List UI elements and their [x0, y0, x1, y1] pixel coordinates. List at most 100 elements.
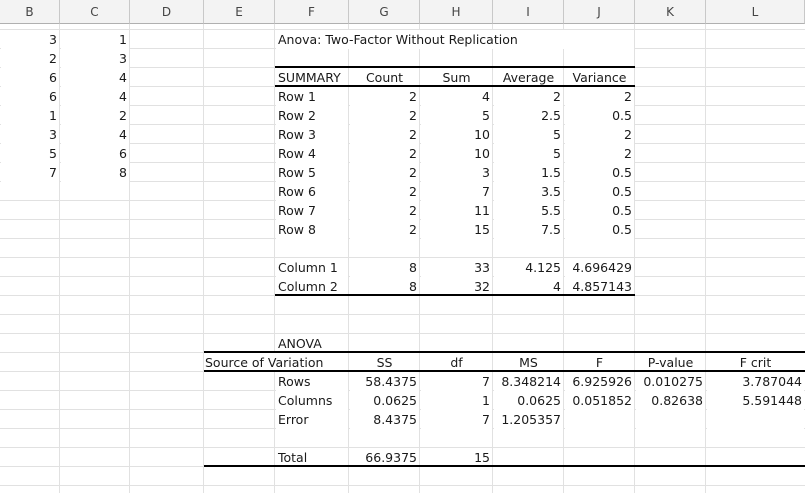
summary-cell[interactable]: 2: [350, 163, 419, 182]
anova-cell[interactable]: 0.051852: [565, 391, 634, 410]
anova-cell[interactable]: Error: [276, 410, 348, 429]
gridline-vertical: [203, 24, 204, 493]
summary-cell[interactable]: 7.5: [494, 220, 563, 239]
summary-cell[interactable]: 2: [350, 125, 419, 144]
anova-cell[interactable]: [636, 410, 705, 429]
summary-cell[interactable]: 2: [494, 87, 563, 106]
anova-cell[interactable]: 0.010275: [636, 372, 705, 391]
anova-cell[interactable]: 0.0625: [350, 391, 419, 410]
anova-cell[interactable]: 3.787044: [707, 372, 804, 391]
summary-bottom-rule: [275, 294, 635, 296]
column-header-k[interactable]: K: [635, 0, 706, 24]
anova-cell[interactable]: 1.205357: [494, 410, 563, 429]
summary-cell[interactable]: 3.5: [494, 182, 563, 201]
summary-cell[interactable]: 10: [421, 144, 492, 163]
anova-cell[interactable]: 0.82638: [636, 391, 705, 410]
summary-cell[interactable]: Row 6: [276, 182, 348, 201]
column-header-b[interactable]: B: [0, 0, 60, 24]
cell-b[interactable]: 2: [1, 49, 59, 68]
column-header-c[interactable]: C: [60, 0, 130, 24]
summary-cell[interactable]: 4.696429: [565, 258, 634, 277]
summary-cell[interactable]: 7: [421, 182, 492, 201]
cell-b[interactable]: 1: [1, 106, 59, 125]
summary-cell[interactable]: Row 3: [276, 125, 348, 144]
summary-cell[interactable]: 0.5: [565, 163, 634, 182]
cell-b[interactable]: 6: [1, 68, 59, 87]
summary-cell[interactable]: 2: [565, 125, 634, 144]
anova-cell[interactable]: 1: [421, 391, 492, 410]
summary-cell[interactable]: 4.125: [494, 258, 563, 277]
anova-cell[interactable]: Rows: [276, 372, 348, 391]
anova-header-rule: [204, 370, 805, 372]
summary-cell[interactable]: 0.5: [565, 182, 634, 201]
cell-c[interactable]: 6: [61, 144, 129, 163]
anova-cell[interactable]: 8.4375: [350, 410, 419, 429]
summary-cell[interactable]: 3: [421, 163, 492, 182]
cell-c[interactable]: 4: [61, 87, 129, 106]
cell-grid[interactable]: 3 2 6 6 1 3 5 7 1 3 4 4 2 4 6 8 Anova: Two-Factor Withou…: [0, 24, 805, 493]
summary-cell[interactable]: 1.5: [494, 163, 563, 182]
summary-cell[interactable]: Row 5: [276, 163, 348, 182]
summary-cell[interactable]: Column 1: [276, 258, 348, 277]
cell-b[interactable]: 3: [1, 30, 59, 49]
cell-b[interactable]: 7: [1, 163, 59, 182]
anova-cell[interactable]: 7: [421, 372, 492, 391]
anova-cell[interactable]: Columns: [276, 391, 348, 410]
column-header-g[interactable]: G: [349, 0, 420, 24]
summary-cell[interactable]: 5.5: [494, 201, 563, 220]
summary-cell[interactable]: 33: [421, 258, 492, 277]
summary-cell[interactable]: Row 1: [276, 87, 348, 106]
cell-c[interactable]: 2: [61, 106, 129, 125]
summary-cell[interactable]: 2: [350, 220, 419, 239]
cell-c[interactable]: 4: [61, 125, 129, 144]
cell-b[interactable]: 3: [1, 125, 59, 144]
column-header-j[interactable]: J: [564, 0, 635, 24]
cell-c[interactable]: 4: [61, 68, 129, 87]
anova-cell[interactable]: 0.0625: [494, 391, 563, 410]
summary-cell[interactable]: 11: [421, 201, 492, 220]
summary-cell[interactable]: 2: [350, 87, 419, 106]
anova-cell[interactable]: 8.348214: [494, 372, 563, 391]
column-header-e[interactable]: E: [204, 0, 275, 24]
cell-c[interactable]: 8: [61, 163, 129, 182]
summary-cell[interactable]: 5: [494, 125, 563, 144]
anova-cell[interactable]: 5.591448: [707, 391, 804, 410]
column-header-f[interactable]: F: [275, 0, 349, 24]
anova-cell[interactable]: 6.925926: [565, 372, 634, 391]
summary-cell[interactable]: 0.5: [565, 220, 634, 239]
cell-c[interactable]: 3: [61, 49, 129, 68]
summary-cell[interactable]: 8: [350, 258, 419, 277]
summary-cell[interactable]: 5: [494, 144, 563, 163]
column-header-l[interactable]: L: [706, 0, 805, 24]
column-header-i[interactable]: I: [493, 0, 564, 24]
summary-cell[interactable]: 2: [565, 144, 634, 163]
column-header-d[interactable]: D: [130, 0, 204, 24]
summary-cell[interactable]: 10: [421, 125, 492, 144]
gridline-vertical: [634, 24, 635, 493]
anova-bottom-rule: [204, 465, 805, 467]
summary-cell[interactable]: Row 2: [276, 106, 348, 125]
anova-cell[interactable]: [707, 410, 804, 429]
summary-cell[interactable]: 15: [421, 220, 492, 239]
summary-cell[interactable]: 0.5: [565, 201, 634, 220]
cell-b[interactable]: 6: [1, 87, 59, 106]
anova-cell[interactable]: 58.4375: [350, 372, 419, 391]
cell-b[interactable]: 5: [1, 144, 59, 163]
summary-cell[interactable]: 5: [421, 106, 492, 125]
summary-cell[interactable]: Row 8: [276, 220, 348, 239]
summary-cell[interactable]: 4: [421, 87, 492, 106]
summary-cell[interactable]: 2: [565, 87, 634, 106]
anova-cell[interactable]: [565, 410, 634, 429]
summary-cell[interactable]: 0.5: [565, 106, 634, 125]
output-title[interactable]: Anova: Two-Factor Without Replication: [276, 30, 634, 49]
summary-cell[interactable]: Row 7: [276, 201, 348, 220]
summary-cell[interactable]: 2: [350, 144, 419, 163]
anova-cell[interactable]: 7: [421, 410, 492, 429]
column-header-h[interactable]: H: [420, 0, 493, 24]
summary-cell[interactable]: Row 4: [276, 144, 348, 163]
cell-c[interactable]: 1: [61, 30, 129, 49]
summary-cell[interactable]: 2.5: [494, 106, 563, 125]
summary-cell[interactable]: 2: [350, 201, 419, 220]
summary-cell[interactable]: 2: [350, 106, 419, 125]
summary-cell[interactable]: 2: [350, 182, 419, 201]
